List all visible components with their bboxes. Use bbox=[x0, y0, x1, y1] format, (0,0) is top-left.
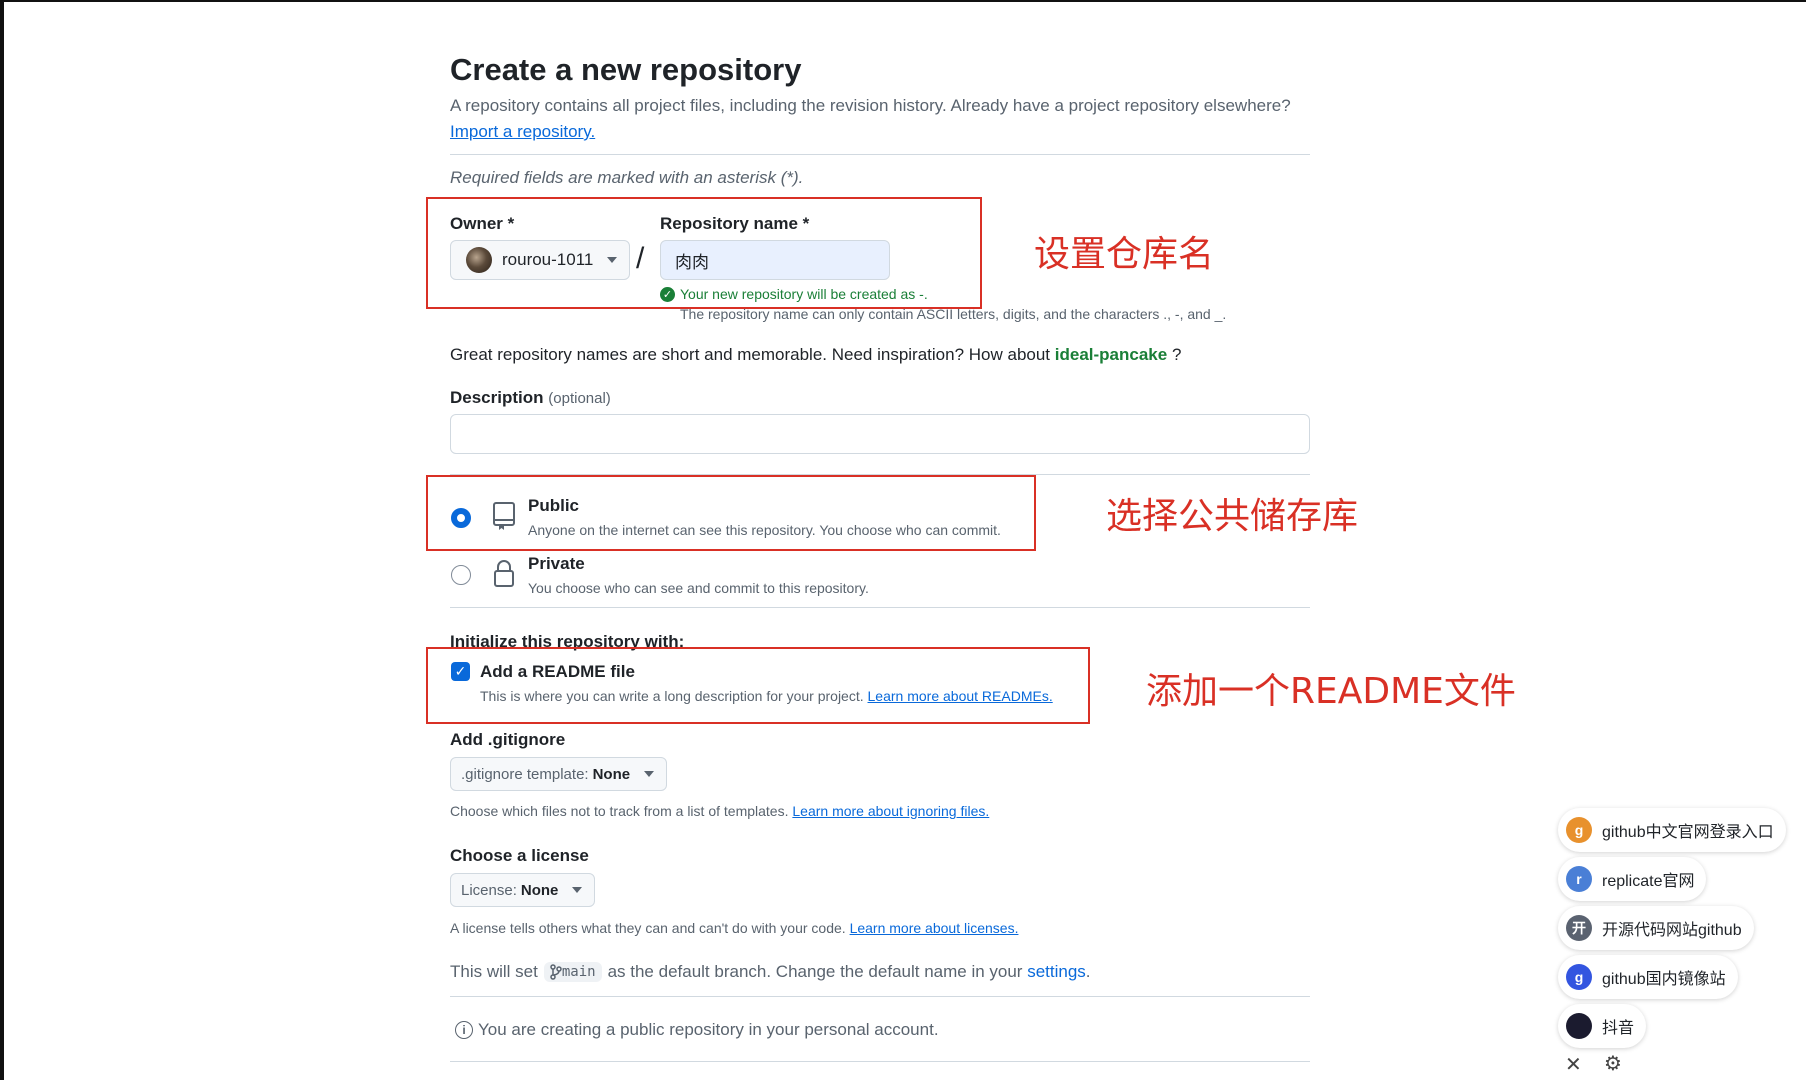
license-label: Choose a license bbox=[450, 846, 589, 865]
default-branch-note: This will set main as the default branch… bbox=[450, 962, 1091, 982]
suggestion-label: github中文官网登录入口 bbox=[1602, 824, 1774, 841]
suggested-name-link[interactable]: ideal-pancake bbox=[1055, 345, 1167, 364]
annotation-text-readme: 添加一个README文件 bbox=[1146, 671, 1516, 712]
annotation-text-public: 选择公共储存库 bbox=[1106, 496, 1359, 537]
suggestion-badge-icon: g bbox=[1566, 817, 1592, 843]
private-description: You choose who can see and commit to thi… bbox=[528, 580, 869, 596]
floating-suggestion-item[interactable]: r replicate官网 bbox=[1558, 857, 1707, 901]
close-icon[interactable]: ✕ bbox=[1565, 1052, 1582, 1077]
floating-suggestion-item[interactable]: g github中文官网登录入口 bbox=[1558, 808, 1786, 852]
gitignore-label: Add .gitignore bbox=[450, 730, 566, 749]
divider bbox=[450, 996, 1310, 997]
gitignore-select-value: None bbox=[592, 765, 631, 783]
window-border-left bbox=[0, 0, 4, 1080]
annotation-box-public bbox=[426, 475, 1036, 551]
gitignore-hint-text: Choose which files not to track from a l… bbox=[450, 803, 789, 819]
license-select-value: None bbox=[520, 881, 559, 899]
suggestion-badge-icon: 开 bbox=[1566, 915, 1592, 941]
settings-link[interactable]: settings bbox=[1027, 962, 1086, 982]
info-icon: i bbox=[455, 1021, 473, 1039]
annotation-box-readme bbox=[426, 647, 1090, 724]
branch-chip: main bbox=[543, 962, 602, 982]
description-label: Description (optional) bbox=[450, 388, 611, 408]
import-repository-link[interactable]: Import a repository. bbox=[450, 122, 595, 142]
info-text: You are creating a public repository in … bbox=[478, 1020, 939, 1039]
annotation-box-repo-name bbox=[426, 197, 982, 309]
chevron-down-icon bbox=[644, 771, 655, 777]
page-title: Create a new repository bbox=[450, 52, 802, 87]
page-intro: A repository contains all project files,… bbox=[450, 96, 1291, 115]
chevron-down-icon bbox=[572, 887, 583, 893]
gitignore-select-prefix: .gitignore template: bbox=[461, 765, 589, 783]
license-hint: A license tells others what they can and… bbox=[450, 920, 1018, 936]
floating-suggestion-item[interactable]: g github国内镜像站 bbox=[1558, 955, 1738, 999]
info-note: i You are creating a public repository i… bbox=[455, 1020, 939, 1040]
description-label-text: Description bbox=[450, 388, 544, 407]
optional-tag: (optional) bbox=[548, 390, 611, 407]
license-select[interactable]: License: None bbox=[450, 873, 596, 907]
branch-middle: as the default branch. Change the defaul… bbox=[607, 962, 1023, 981]
suggestion-badge-icon bbox=[1566, 1013, 1592, 1039]
branch-suffix: . bbox=[1085, 962, 1091, 981]
licenses-learn-more-link[interactable]: Learn more about licenses. bbox=[850, 920, 1019, 936]
suggestion-badge-icon: g bbox=[1566, 964, 1592, 990]
divider bbox=[450, 607, 1310, 608]
suggestion-label: 抖音 bbox=[1602, 1020, 1635, 1037]
inspiration-suffix: ? bbox=[1167, 345, 1182, 364]
name-inspiration: Great repository names are short and mem… bbox=[450, 345, 1181, 365]
license-select-prefix: License: bbox=[461, 881, 517, 899]
gitignore-hint: Choose which files not to track from a l… bbox=[450, 803, 989, 819]
suggestion-label: 开源代码网站github bbox=[1602, 922, 1742, 939]
divider bbox=[450, 154, 1310, 155]
git-branch-icon bbox=[550, 964, 562, 980]
lock-icon bbox=[492, 558, 516, 588]
inspiration-text: Great repository names are short and mem… bbox=[450, 345, 1051, 364]
suggestion-label: github国内镜像站 bbox=[1602, 971, 1726, 988]
suggestion-label: replicate官网 bbox=[1602, 873, 1695, 890]
gitignore-template-select[interactable]: .gitignore template: None bbox=[450, 757, 668, 791]
floating-suggestion-item[interactable]: 开开源代码网站github bbox=[1558, 906, 1754, 950]
window-border-top bbox=[0, 0, 1806, 2]
ignoring-files-link[interactable]: Learn more about ignoring files. bbox=[792, 803, 989, 819]
divider bbox=[450, 1061, 1310, 1062]
description-input[interactable] bbox=[450, 414, 1310, 454]
private-radio[interactable] bbox=[451, 565, 471, 585]
gear-icon[interactable]: ⚙ bbox=[1604, 1051, 1622, 1076]
private-title: Private bbox=[528, 554, 585, 573]
branch-prefix: This will set bbox=[450, 962, 538, 981]
required-note: Required fields are marked with an aster… bbox=[450, 168, 804, 187]
license-hint-text: A license tells others what they can and… bbox=[450, 920, 846, 936]
branch-name: main bbox=[561, 964, 596, 980]
suggestion-badge-icon: r bbox=[1566, 866, 1592, 892]
floating-suggestion-item[interactable]: 抖音 bbox=[1558, 1004, 1647, 1048]
annotation-text-repo-name: 设置仓库名 bbox=[1034, 234, 1215, 275]
